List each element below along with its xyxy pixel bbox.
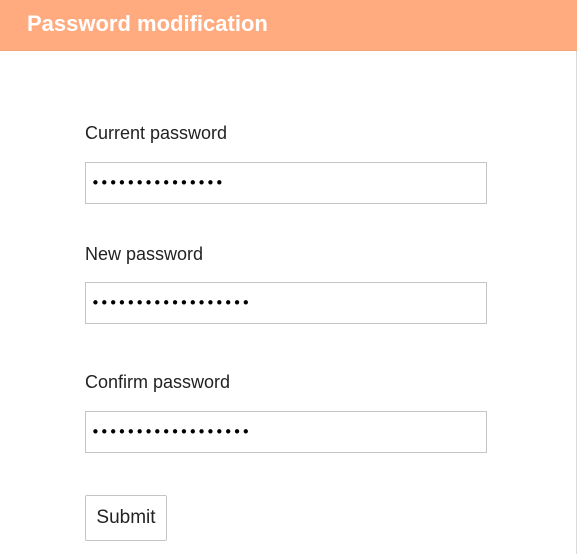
new-password-label: New password	[85, 244, 204, 264]
current-password-label: Current password	[85, 123, 228, 143]
submit-button[interactable]: Submit	[85, 495, 167, 541]
confirm-password-field[interactable]	[85, 411, 487, 453]
page-title: Password modification	[27, 11, 268, 36]
current-password-field[interactable]	[85, 162, 487, 204]
password-modification-page: Password modification Current password N…	[0, 0, 577, 554]
confirm-password-label: Confirm password	[85, 372, 231, 392]
new-password-field[interactable]	[85, 282, 487, 324]
header-bar: Password modification	[0, 0, 577, 51]
